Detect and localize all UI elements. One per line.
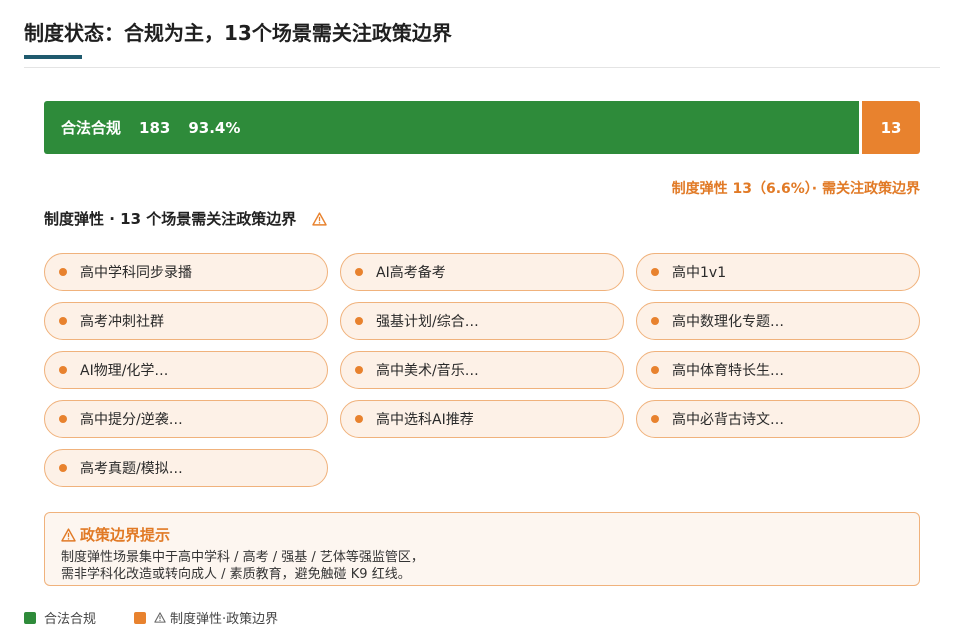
section-heading: 制度弹性 · 13 个场景需关注政策边界 — [44, 208, 327, 229]
chip-label: 高考冲刺社群 — [80, 314, 164, 330]
chip-label: 强基计划/综合… — [376, 314, 479, 330]
chip-label: AI高考备考 — [376, 265, 446, 281]
scenario-chip[interactable]: 高中体育特长生… — [636, 351, 920, 389]
compliant-label: 合法合规 — [61, 119, 122, 137]
chip-label: 高中体育特长生… — [672, 363, 784, 379]
flex-segment[interactable]: 13 — [862, 101, 920, 154]
chip-label: 高考真题/模拟… — [80, 461, 183, 477]
chip-label: 高中学科同步录播 — [80, 265, 192, 281]
chip-label: 高中数理化专题… — [672, 314, 784, 330]
chip-dot — [651, 415, 659, 423]
compliance-stacked-bar: 合法合规 183 93.4% 13 — [44, 101, 920, 154]
chip-label: 高中选科AI推荐 — [376, 412, 474, 428]
warning-triangle-icon — [61, 527, 76, 542]
chip-label: 高中美术/音乐… — [376, 363, 479, 379]
chip-label: 高中提分/逆袭… — [80, 412, 183, 428]
legend-item-flex: 制度弹性·政策边界 — [134, 608, 278, 627]
scenario-chip[interactable]: AI物理/化学… — [44, 351, 328, 389]
scenario-chip[interactable]: 高中学科同步录播 — [44, 253, 328, 291]
compliant-segment[interactable]: 合法合规 183 93.4% — [44, 101, 859, 154]
scenario-chip[interactable]: 高中提分/逆袭… — [44, 400, 328, 438]
title-accent-bar — [24, 55, 82, 59]
chip-dot — [355, 268, 363, 276]
chip-dot — [651, 317, 659, 325]
chip-dot — [355, 317, 363, 325]
legend-label: 制度弹性·政策边界 — [170, 612, 279, 627]
warning-triangle-icon — [154, 612, 166, 623]
chip-dot — [59, 317, 67, 325]
page-title: 制度状态：合规为主，13个场景需关注政策边界 — [24, 21, 452, 45]
legend-label: 合法合规 — [44, 612, 97, 627]
scenario-chip[interactable]: 高中美术/音乐… — [340, 351, 624, 389]
scenario-chip[interactable]: 强基计划/综合… — [340, 302, 624, 340]
chip-dot — [59, 464, 67, 472]
scenario-chip[interactable]: 高考真题/模拟… — [44, 449, 328, 487]
scenario-chip-grid: 高中学科同步录播 AI高考备考 高中1v1 高考冲刺社群 强基计划/综合… 高中数理化专题… — [44, 253, 920, 487]
legend: 合法合规 制度弹性·政策边界 — [24, 608, 316, 627]
chip-dot — [651, 366, 659, 374]
chip-dot — [59, 268, 67, 276]
chip-dot — [355, 415, 363, 423]
callout-title-text: 政策边界提示 — [80, 526, 171, 544]
callout-title: 政策边界提示 — [61, 524, 903, 545]
legend-swatch-green — [24, 611, 36, 624]
compliant-count: 183 — [139, 118, 171, 137]
flex-note: 制度弹性 13（6.6%）· 需关注政策边界 — [671, 181, 920, 197]
chip-label: 高中必背古诗文… — [672, 412, 784, 428]
scenario-chip[interactable]: AI高考备考 — [340, 253, 624, 291]
chip-dot — [59, 415, 67, 423]
chip-label: AI物理/化学… — [80, 363, 169, 379]
chip-dot — [59, 366, 67, 374]
scenario-chip[interactable]: 高中数理化专题… — [636, 302, 920, 340]
callout-line: 制度弹性场景集中于高中学科 / 高考 / 强基 / 艺体等强监管区， — [61, 550, 424, 565]
flex-count: 13 — [880, 118, 902, 137]
scenario-chip[interactable]: 高考冲刺社群 — [44, 302, 328, 340]
scenario-chip[interactable]: 高中选科AI推荐 — [340, 400, 624, 438]
scenario-chip[interactable]: 高中1v1 — [636, 253, 920, 291]
section-heading-text: 制度弹性 · 13 个场景需关注政策边界 — [44, 210, 297, 228]
policy-callout: 政策边界提示 制度弹性场景集中于高中学科 / 高考 / 强基 / 艺体等强监管区… — [44, 512, 920, 586]
legend-item-compliant: 合法合规 — [24, 608, 96, 627]
title-divider — [24, 67, 940, 68]
warning-triangle-icon — [312, 211, 327, 226]
scenario-chip[interactable]: 高中必背古诗文… — [636, 400, 920, 438]
chip-dot — [355, 366, 363, 374]
chip-dot — [651, 268, 659, 276]
chip-label: 高中1v1 — [672, 265, 727, 281]
legend-swatch-orange — [134, 611, 147, 624]
compliant-percent: 93.4% — [188, 118, 241, 137]
callout-line: 需非学科化改造或转向成人 / 素质教育，避免触碰 K9 红线。 — [61, 567, 411, 582]
